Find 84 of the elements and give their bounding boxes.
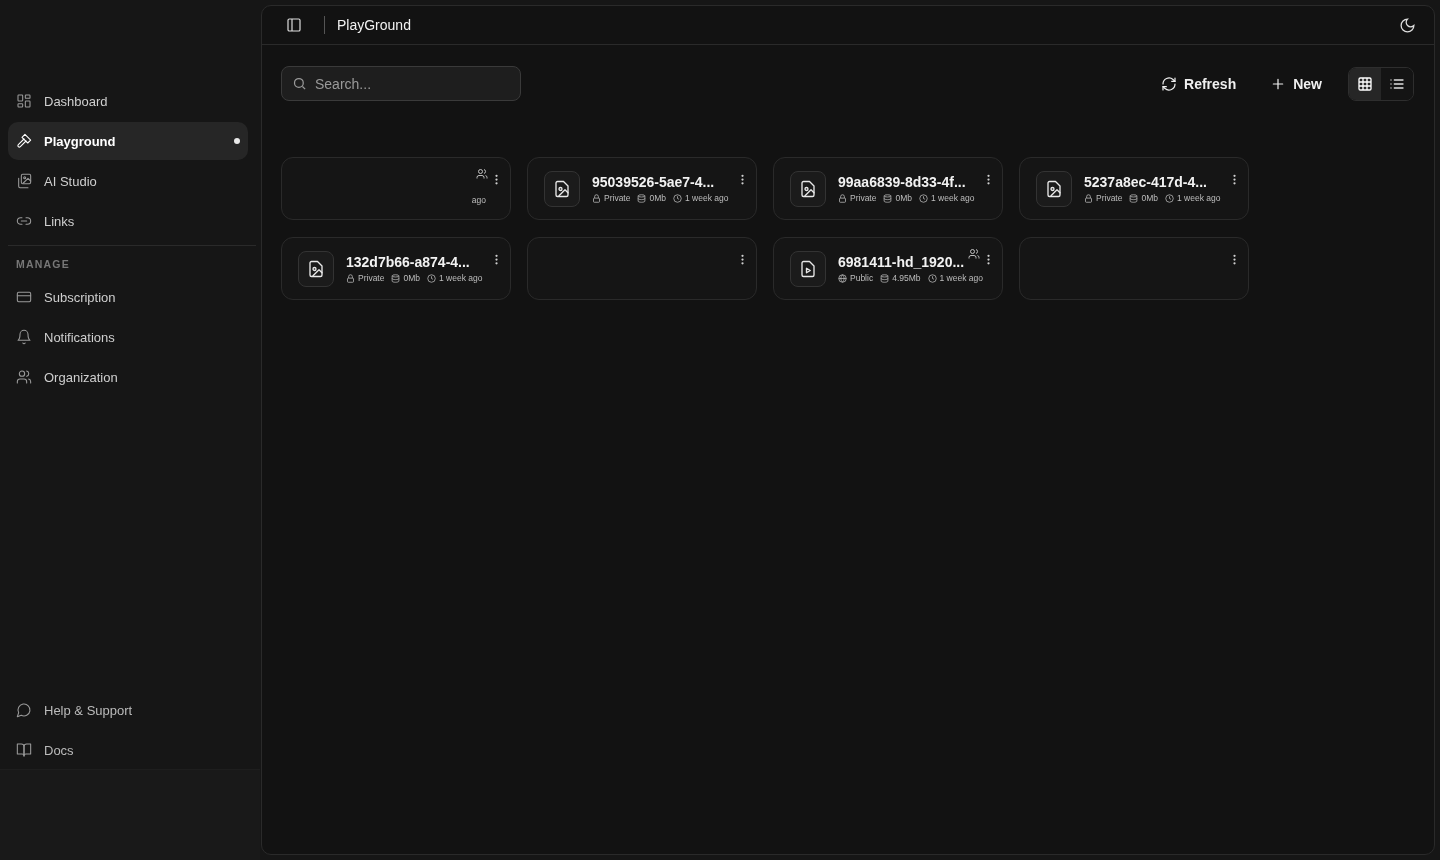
visibility-label: Private — [850, 193, 877, 203]
file-name: 6981411-hd_1920... — [838, 254, 966, 270]
kebab-icon — [741, 174, 744, 185]
nav-item[interactable]: Help & Support — [8, 691, 248, 729]
image-file-icon — [790, 170, 826, 207]
users-icon — [16, 369, 32, 385]
lock-icon — [346, 273, 355, 283]
file-card[interactable]: 95039526-5ae7-4... Private 0Mb 1 week ago — [527, 157, 757, 220]
image-file-icon — [1036, 170, 1072, 207]
file-time: 1 week ago — [439, 273, 483, 283]
nav-item[interactable]: Organization — [8, 358, 248, 396]
bell-icon — [16, 329, 32, 345]
refresh-icon — [1161, 75, 1178, 92]
file-name: 132d7b66-a874-4... — [346, 254, 471, 270]
nav-item[interactable]: AI Studio — [8, 162, 248, 200]
refresh-button[interactable]: Refresh — [1153, 69, 1245, 98]
file-size: 0Mb — [403, 273, 420, 283]
time-fragment: ago — [471, 195, 486, 205]
hammer-icon — [16, 133, 32, 149]
nav-item[interactable]: Links — [8, 202, 248, 240]
file-card[interactable]: 132d7b66-a874-4... Private 0Mb 1 week ago — [281, 237, 511, 300]
file-time: 1 week ago — [939, 273, 983, 283]
grid-icon — [1357, 75, 1373, 92]
clock-icon — [1165, 193, 1174, 203]
lock-icon — [1084, 193, 1093, 203]
image-file-icon — [298, 250, 334, 287]
grid-view-button[interactable] — [1349, 67, 1381, 100]
database-icon — [391, 273, 401, 283]
visibility-label: Private — [1096, 193, 1123, 203]
section-label: MANAGE — [15, 258, 71, 270]
globe-icon — [838, 273, 847, 283]
file-card[interactable]: ago — [281, 157, 511, 220]
file-size: 0Mb — [1141, 193, 1158, 203]
lock-icon — [838, 193, 847, 203]
file-time: 1 week ago — [685, 193, 729, 203]
kebab-icon — [987, 174, 990, 185]
file-card[interactable]: 5237a8ec-417d-4... Private 0Mb 1 week ago — [1019, 157, 1249, 220]
file-name: 99aa6839-8d33-4f... — [838, 174, 967, 190]
nav-item[interactable]: Playground — [8, 122, 248, 160]
clock-icon — [673, 193, 682, 203]
kebab-icon — [1233, 174, 1236, 185]
search-field[interactable]: Search... — [281, 66, 521, 101]
nav-item[interactable]: Dashboard — [8, 82, 248, 120]
file-time: 1 week ago — [931, 193, 975, 203]
nav-item[interactable]: Docs — [8, 731, 248, 769]
new-button[interactable]: New — [1262, 69, 1330, 98]
nav-item[interactable]: Notifications — [8, 318, 248, 356]
kebab-icon — [495, 254, 498, 265]
active-dot — [234, 138, 240, 144]
clock-icon — [927, 273, 937, 283]
file-name: 95039526-5ae7-4... — [592, 174, 716, 190]
file-time: 1 week ago — [1177, 193, 1221, 203]
database-icon — [883, 193, 893, 203]
database-icon — [880, 273, 890, 283]
file-size: 0Mb — [895, 193, 912, 203]
lock-icon — [592, 193, 601, 203]
image-file-icon — [544, 170, 580, 207]
clock-icon — [427, 273, 436, 283]
visibility-label: Private — [604, 193, 631, 203]
file-card[interactable]: 6981411-hd_1920... Public 4.95Mb 1 week ago — [773, 237, 1003, 300]
kebab-icon — [1233, 254, 1236, 265]
visibility-label: Private — [358, 273, 385, 283]
file-size: 0Mb — [649, 193, 666, 203]
moon-icon — [1399, 16, 1416, 34]
file-size: 4.95Mb — [892, 273, 921, 283]
book-icon — [16, 742, 32, 758]
video-file-icon — [790, 250, 826, 287]
database-icon — [1129, 193, 1139, 203]
chat-icon — [16, 702, 32, 718]
database-icon — [637, 193, 647, 203]
dashboard-icon — [16, 93, 32, 109]
images-icon — [16, 173, 32, 189]
sidebar-icon — [286, 17, 302, 33]
kebab-icon — [741, 254, 744, 265]
visibility-label: Public — [850, 273, 874, 283]
clock-icon — [919, 193, 928, 203]
file-card[interactable]: 99aa6839-8d33-4f... Private 0Mb 1 week ago — [773, 157, 1003, 220]
card-icon — [16, 289, 32, 305]
search-icon — [292, 76, 307, 91]
kebab-icon — [987, 254, 990, 265]
page-title: PlayGround — [337, 17, 411, 33]
nav-item[interactable]: Subscription — [8, 278, 248, 316]
kebab-icon — [495, 174, 498, 185]
file-name: 5237a8ec-417d-4... — [1084, 174, 1208, 190]
